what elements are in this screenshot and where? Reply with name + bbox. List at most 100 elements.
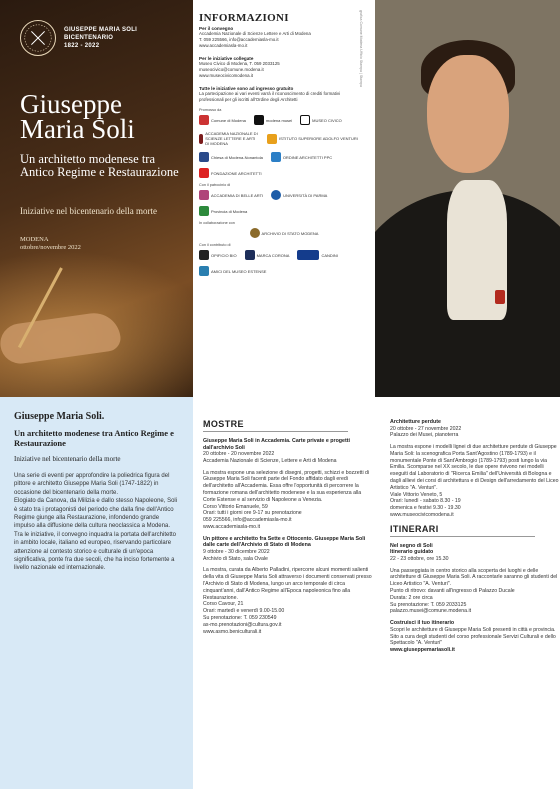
contrib-logo: AMICI DEL MUSEO ESTENSE bbox=[199, 266, 266, 276]
intro-title: Giuseppe Maria Soli. bbox=[14, 411, 105, 422]
event-email[interactable]: as-mo.prenotazioni@cultura.gov.it bbox=[203, 622, 375, 629]
hero-tagline: Iniziative nel bicentenario della morte bbox=[20, 206, 157, 216]
intro-tagline: Iniziative nel bicentenario della morte bbox=[14, 455, 121, 463]
event-hours: Orari: tutti i giorni ore 9-17 su prenot… bbox=[203, 510, 302, 517]
event-title: Un pittore e architetto fra Sette e Otto… bbox=[203, 535, 366, 549]
event-place: Palazzo dei Musei, pianoterra bbox=[390, 432, 459, 439]
event-hours: Orari: lunedì - sabato 8.30 - 19 bbox=[390, 498, 461, 505]
info-title: INFORMAZIONI bbox=[199, 12, 289, 24]
hero-panel: GIUSEPPE MARIA SOLI BICENTENARIO 1822 - … bbox=[0, 0, 193, 397]
hero-place: MODENA ottobre/novembre 2022 bbox=[20, 236, 81, 252]
event-hours: domenica e festivi 9.30 - 19.30 bbox=[390, 505, 461, 512]
portrait-image bbox=[375, 0, 560, 397]
patron-logo: ACCADEMIA DI BELLE ARTI bbox=[199, 190, 263, 200]
mostre-column: MOSTRE Giuseppe Maria Soli in Accademia.… bbox=[203, 397, 375, 789]
event-description: La mostra espone i modelli lignei di due… bbox=[390, 444, 559, 491]
vertical-credit: grafica Comune Modena Ufficio Stampa | S… bbox=[359, 10, 363, 87]
event-dates: 20 ottobre - 27 novembre 2022 bbox=[390, 425, 462, 432]
contrib-logo: MARCA CORONA bbox=[244, 250, 290, 260]
contrib-name: AMICI DEL MUSEO ESTENSE bbox=[211, 268, 267, 274]
sponsor-name: MUSEO CIVICO bbox=[312, 117, 342, 123]
hero-title: Giuseppe Maria Soli bbox=[20, 91, 135, 144]
intro-subtitle: Un architetto modenese tra Antico Regime… bbox=[14, 428, 174, 448]
contributo-logos: OPIFICIO BIO MARCA CORONA CANDINI AMICI … bbox=[199, 250, 369, 276]
event-place: Accademia Nazionale di Scienze, Lettere … bbox=[203, 457, 337, 464]
logo-title: GIUSEPPE MARIA SOLI bbox=[64, 27, 138, 33]
hero-city: MODENA bbox=[20, 236, 49, 243]
sponsor-logo: MUSEO CIVICO bbox=[300, 115, 342, 125]
medal-icon bbox=[495, 290, 505, 304]
event-description: La mostra, curata da Alberto Palladini, … bbox=[203, 567, 372, 601]
patron-logo: UNIVERSITÀ DI PARMA bbox=[271, 190, 327, 200]
itinerary-website[interactable]: www.giuseppemariasoli.it bbox=[390, 647, 560, 654]
patron-name: Provincia di Modena bbox=[211, 208, 248, 214]
sponsor-logo: Comune di Modena bbox=[199, 115, 246, 125]
patrocinio-logos: ACCADEMIA DI BELLE ARTI UNIVERSITÀ DI PA… bbox=[199, 190, 369, 216]
itinerari-title: ITINERARI bbox=[390, 524, 535, 537]
promosso-logos: Comune di Modena modena musei MUSEO CIVI… bbox=[199, 115, 369, 178]
contrib-logo: CANDINI bbox=[297, 250, 338, 260]
event-contact: 059 225566, info@accademiasla-mo.it bbox=[203, 517, 292, 524]
event-website[interactable]: www.museocivicomodena.it bbox=[390, 512, 560, 519]
logo-text: GIUSEPPE MARIA SOLI BICENTENARIO 1822 - … bbox=[64, 26, 137, 50]
event-address: Corso Vittorio Emanuele, 59 bbox=[203, 503, 268, 510]
itinerary-duration: Durata: 2 ore circa bbox=[390, 594, 433, 601]
event-title: Giuseppe Maria Soli in Accademia. Carte … bbox=[203, 438, 350, 451]
patrocinio-label: Con il patrocinio di bbox=[199, 183, 231, 187]
patron-name: UNIVERSITÀ DI PARMA bbox=[283, 192, 328, 198]
contrib-logo: OPIFICIO BIO bbox=[199, 250, 237, 260]
sponsor-logo: modena musei bbox=[253, 115, 293, 125]
event-address: Corso Cavour, 21 bbox=[203, 601, 244, 608]
intro-paragraph: Elogiato da Canova, da Milizia e dallo s… bbox=[14, 498, 178, 572]
hero-dates: ottobre/novembre 2022 bbox=[20, 244, 81, 251]
sponsor-name: modena musei bbox=[265, 117, 293, 123]
promosso-label: Promosso da bbox=[199, 108, 222, 112]
sponsor-name: FONDAZIONE ARCHITETTI bbox=[211, 170, 262, 176]
contributo-label: Con il contributo di bbox=[199, 243, 231, 247]
intro-paragraph: Una serie di eventi per approfondire la … bbox=[14, 473, 170, 496]
sponsor-name: ACCADEMIA NAZIONALE DI SCIENZE LETTERE E… bbox=[205, 131, 258, 146]
collab-logo: ARCHIVIO DI STATO MODENA bbox=[249, 228, 319, 238]
sponsor-name: Comune di Modena bbox=[211, 117, 246, 123]
itinerary-booking: Su prenotazione: T. 059 2033125 bbox=[390, 601, 467, 608]
sponsor-logo: ACCADEMIA NAZIONALE DI SCIENZE LETTERE E… bbox=[199, 131, 259, 146]
patron-logo: Provincia di Modena bbox=[199, 206, 247, 216]
collab-name: ARCHIVIO DI STATO MODENA bbox=[261, 230, 319, 236]
event-address: Viale Vittorio Veneto, 5 bbox=[390, 491, 443, 498]
bicentenary-logo-icon bbox=[20, 20, 56, 56]
event-dates: 9 ottobre - 30 dicembre 2022 bbox=[203, 548, 270, 555]
hero-subtitle: Un architetto modenese tra Antico Regime… bbox=[20, 152, 179, 179]
event-description: La mostra espone una selezione di disegn… bbox=[203, 469, 370, 503]
portrait-face bbox=[427, 55, 509, 173]
hero-title-line2: Maria Soli bbox=[20, 114, 135, 144]
info-panel: INFORMAZIONI Per il convegno Accademia N… bbox=[193, 0, 375, 397]
patron-name: ACCADEMIA DI BELLE ARTI bbox=[211, 192, 264, 198]
contrib-name: OPIFICIO BIO bbox=[211, 252, 237, 258]
itinerary-dates: 22 - 23 ottobre, ore 15.30 bbox=[390, 555, 449, 562]
itinerary-description: Scopri le architetture di Giuseppe Maria… bbox=[390, 626, 556, 647]
contrib-name: CANDINI bbox=[321, 252, 338, 258]
logo-years: 1822 - 2022 bbox=[64, 43, 100, 49]
contrib-name: MARCA CORONA bbox=[256, 252, 290, 258]
sponsor-logo: ISTITUTO SUPERIORE ADOLFO VENTURI bbox=[267, 133, 358, 144]
sponsor-name: ISTITUTO SUPERIORE ADOLFO VENTURI bbox=[279, 136, 358, 141]
intro-panel: Giuseppe Maria Soli. Un architetto moden… bbox=[0, 397, 193, 789]
event-place: Archivio di Stato, sala Ovale bbox=[203, 555, 268, 562]
itinerary-meeting: Punto di ritrovo: davanti all'ingresso d… bbox=[390, 588, 515, 595]
event-website[interactable]: www.accademiasla-mo.it bbox=[203, 524, 375, 531]
collab-logos: ARCHIVIO DI STATO MODENA bbox=[199, 228, 369, 238]
sponsor-logo: ORDINE ARCHITETTI PPC bbox=[270, 152, 333, 162]
sponsor-logo: FONDAZIONE ARCHITETTI bbox=[199, 168, 262, 178]
collab-label: In collaborazione con bbox=[199, 221, 235, 225]
mostre-title: MOSTRE bbox=[203, 419, 348, 432]
brochure-page: GIUSEPPE MARIA SOLI BICENTENARIO 1822 - … bbox=[0, 0, 560, 789]
sponsor-name: Chiesa di Modena-Nonantola bbox=[211, 154, 263, 160]
sponsor-name: ORDINE ARCHITETTI PPC bbox=[282, 154, 333, 160]
itinerary-email[interactable]: palazzo.musei@comune.modena.it bbox=[390, 608, 560, 615]
itinerary-description: Una passeggiata in centro storico alla s… bbox=[390, 567, 558, 588]
itinerari-column: Architetture perdute 20 ottobre - 27 nov… bbox=[390, 397, 560, 789]
event-hours: Orari: martedì e venerdì 9.00-15.00 bbox=[203, 608, 285, 615]
event-contact: Su prenotazione: T. 059 230549 bbox=[203, 614, 277, 621]
event-dates: 20 ottobre - 20 novembre 2022 bbox=[203, 451, 275, 457]
event-website[interactable]: www.asmo.beniculturali.it bbox=[203, 629, 375, 636]
